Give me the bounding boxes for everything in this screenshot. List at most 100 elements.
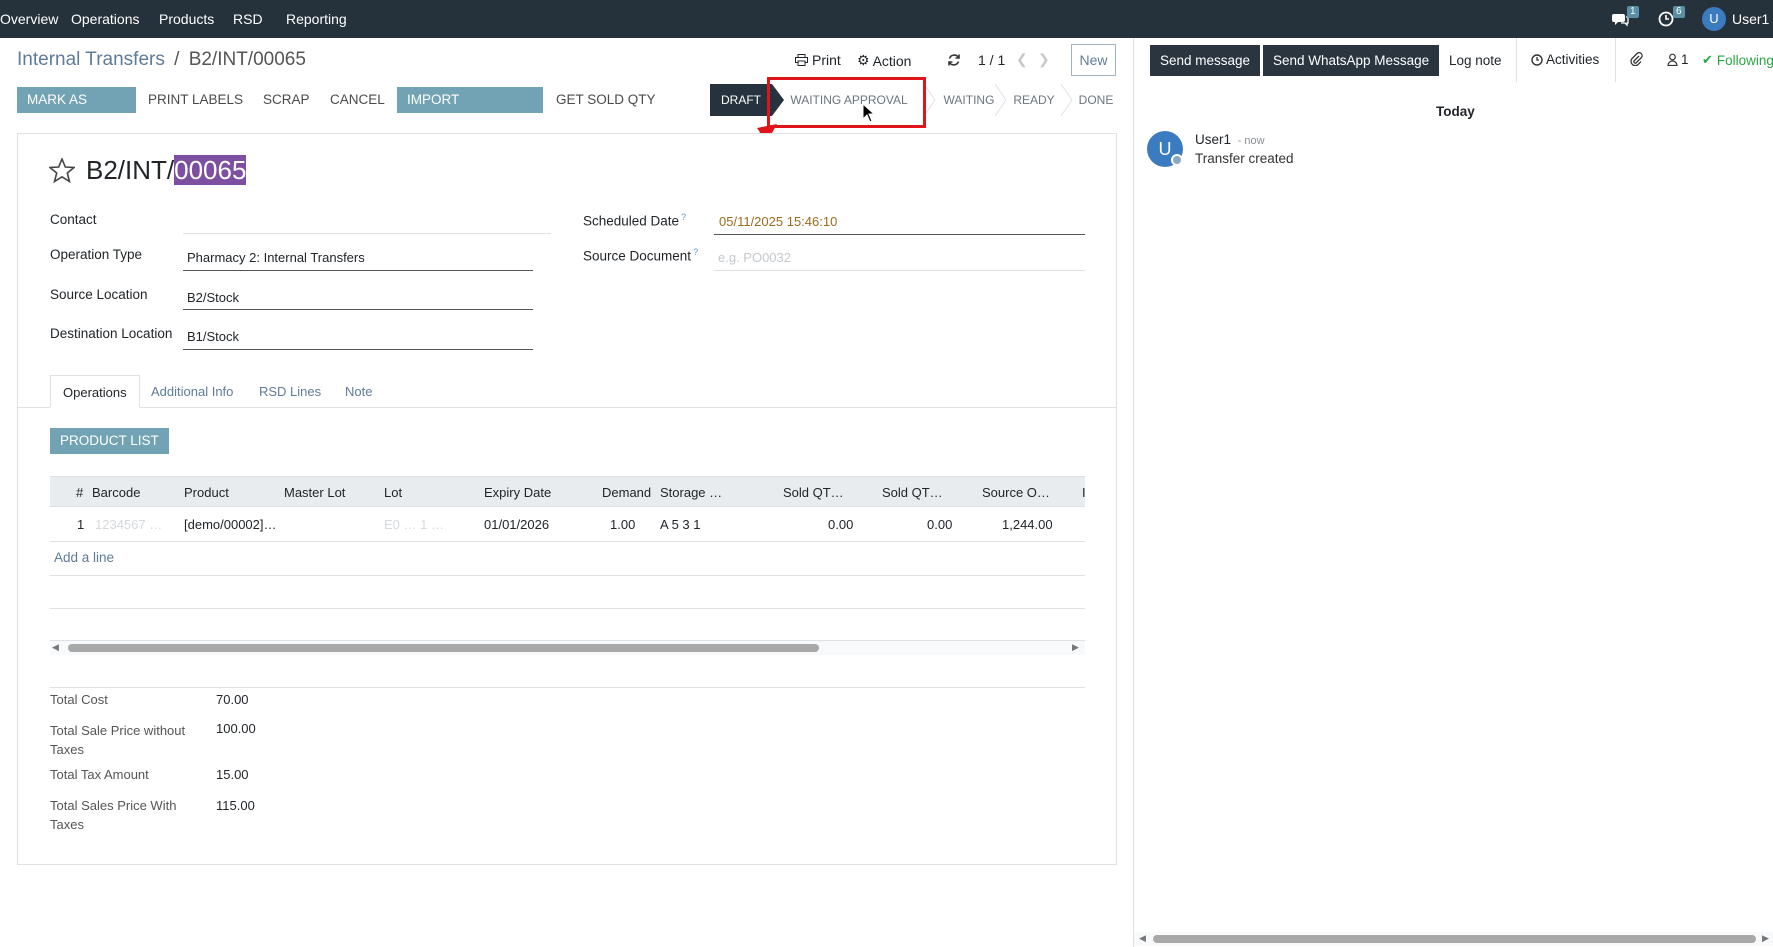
chatter-scrollbar[interactable]: ◀ ▶: [1134, 932, 1773, 946]
breadcrumb-separator: /: [174, 49, 180, 70]
message-header: User1 - now: [1195, 132, 1265, 147]
tab-rsd-lines[interactable]: RSD Lines: [247, 375, 333, 408]
stage-separator: [1061, 84, 1073, 116]
menu-item-rsd[interactable]: RSD: [233, 11, 263, 27]
following-button[interactable]: ✔ Following: [1702, 52, 1773, 68]
printer-icon: [795, 54, 808, 66]
breadcrumb-parent[interactable]: Internal Transfers: [17, 49, 165, 70]
user-menu[interactable]: U User1: [1702, 7, 1769, 31]
table-scrollbar[interactable]: ◀ ▶: [50, 641, 1085, 655]
scheduled-date-field[interactable]: 05/11/2025 15:46:10: [714, 214, 1085, 235]
action-label: Action: [872, 52, 912, 69]
total-sale-with-taxes-value: 115.00: [216, 798, 255, 813]
activities-badge: 6: [1673, 6, 1685, 18]
tab-note[interactable]: Note: [333, 375, 384, 408]
chatter-panel: [1133, 38, 1773, 947]
gear-icon: ⚙: [857, 52, 870, 68]
scrap-button[interactable]: SCRAP: [253, 87, 320, 113]
refresh-icon[interactable]: [947, 53, 961, 67]
menu-item-reporting[interactable]: Reporting: [286, 11, 347, 27]
scroll-left-icon[interactable]: ◀: [1139, 933, 1146, 944]
message-author[interactable]: User1: [1195, 132, 1231, 147]
column-header-number[interactable]: #: [76, 477, 83, 508]
totals-divider: [50, 687, 1085, 688]
total-cost-label: Total Cost: [50, 692, 108, 707]
pager-value[interactable]: 1 / 1: [978, 52, 1005, 68]
tab-operations[interactable]: Operations: [50, 375, 140, 408]
activities-systray[interactable]: 6: [1658, 6, 1685, 30]
log-note-button[interactable]: Log note: [1439, 45, 1512, 76]
pager-next-icon[interactable]: ❯: [1038, 51, 1050, 68]
stage-draft[interactable]: DRAFT: [710, 84, 772, 116]
product-list-button[interactable]: PRODUCT LIST: [50, 428, 169, 454]
scroll-left-icon[interactable]: ◀: [52, 642, 59, 653]
send-message-button[interactable]: Send message: [1150, 45, 1261, 76]
stage-ready[interactable]: READY: [1008, 84, 1060, 116]
star-icon[interactable]: [49, 158, 75, 183]
destination-location-field[interactable]: B1/Stock: [183, 329, 533, 350]
cancel-button[interactable]: CANCEL: [320, 87, 395, 113]
contact-field[interactable]: [183, 212, 551, 234]
column-header-sold-qty-2[interactable]: Sold QT…: [882, 477, 943, 508]
print-labels-button[interactable]: PRINT LABELS: [138, 87, 253, 113]
clock-icon: [1658, 11, 1674, 27]
pager-previous-icon[interactable]: ❮: [1016, 51, 1028, 68]
column-header-lot[interactable]: Lot: [384, 477, 402, 508]
column-header-product[interactable]: Product: [184, 477, 229, 508]
stage-waiting[interactable]: WAITING: [934, 84, 1004, 116]
column-header-master-lot[interactable]: Master Lot: [284, 477, 345, 508]
column-header-overflow[interactable]: I: [1082, 477, 1086, 508]
tab-additional-info[interactable]: Additional Info: [139, 375, 245, 408]
help-icon[interactable]: ?: [681, 212, 686, 222]
import-products-button[interactable]: IMPORT PRODUCTS: [397, 87, 543, 133]
action-button[interactable]: ⚙ Action: [857, 52, 911, 69]
stage-done[interactable]: DONE: [1074, 84, 1118, 116]
new-button[interactable]: New: [1071, 44, 1116, 76]
scroll-right-icon[interactable]: ▶: [1762, 933, 1769, 944]
menu-item-operations[interactable]: Operations: [71, 11, 139, 27]
cell-number: 1: [77, 517, 85, 532]
avatar: U: [1702, 7, 1726, 31]
get-sold-qty-button[interactable]: GET SOLD QTY: [546, 87, 666, 113]
column-header-source-o[interactable]: Source O…: [982, 477, 1050, 508]
column-header-expiry-date[interactable]: Expiry Date: [484, 477, 551, 508]
scrollbar-thumb[interactable]: [1153, 935, 1756, 943]
column-header-barcode[interactable]: Barcode: [92, 477, 140, 508]
add-line-link[interactable]: Add a line: [54, 550, 114, 565]
scrollbar-thumb[interactable]: [68, 644, 819, 652]
column-header-demand[interactable]: Demand: [602, 477, 651, 508]
cell-lot: E0 … 1 …: [384, 517, 444, 532]
total-sale-without-taxes-value: 100.00: [216, 721, 256, 736]
messages-systray[interactable]: 1: [1612, 6, 1639, 30]
source-location-field[interactable]: B2/Stock: [183, 290, 533, 310]
total-sale-with-taxes-label: Total Sales Price With Taxes: [50, 798, 177, 832]
source-document-label: Source Document?: [583, 247, 699, 264]
operation-type-field[interactable]: Pharmacy 2: Internal Transfers: [183, 250, 533, 271]
record-title[interactable]: B2/INT/00065: [86, 155, 247, 186]
help-icon[interactable]: ?: [693, 247, 698, 257]
cell-storage: A 5 3 1: [660, 517, 701, 532]
scroll-right-icon[interactable]: ▶: [1072, 642, 1079, 653]
column-header-storage[interactable]: Storage …: [660, 477, 722, 508]
menu-item-overview[interactable]: Overview: [0, 11, 58, 27]
scheduled-date-label: Scheduled Date?: [583, 212, 687, 229]
followers-button[interactable]: 1: [1667, 52, 1689, 67]
total-cost-value: 70.00: [216, 692, 249, 707]
activities-button[interactable]: Activities: [1531, 52, 1599, 67]
send-whatsapp-button[interactable]: Send WhatsApp Message: [1263, 45, 1440, 76]
source-document-field[interactable]: e.g. PO0032: [714, 250, 1085, 271]
table-header: # Barcode Product Master Lot Lot Expiry …: [50, 476, 1086, 508]
column-header-sold-qty-1[interactable]: Sold QT…: [783, 477, 844, 508]
date-separator: Today: [1436, 104, 1475, 119]
table-row[interactable]: 1 1234567 … [demo/00002]… E0 … 1 … 01/01…: [50, 508, 1085, 542]
total-tax-label: Total Tax Amount: [50, 767, 149, 782]
top-navbar: Overview Operations Products RSD Reporti…: [0, 0, 1773, 38]
user-icon: [1667, 53, 1678, 66]
print-button[interactable]: Print: [795, 52, 841, 68]
mark-as-todo-button[interactable]: MARK AS TODO: [17, 87, 136, 133]
source-location-label: Source Location: [50, 287, 148, 302]
menu-item-products[interactable]: Products: [159, 11, 214, 27]
chatter-divider: [1516, 38, 1517, 82]
user-name: User1: [1732, 11, 1770, 27]
paperclip-icon[interactable]: [1629, 51, 1643, 66]
